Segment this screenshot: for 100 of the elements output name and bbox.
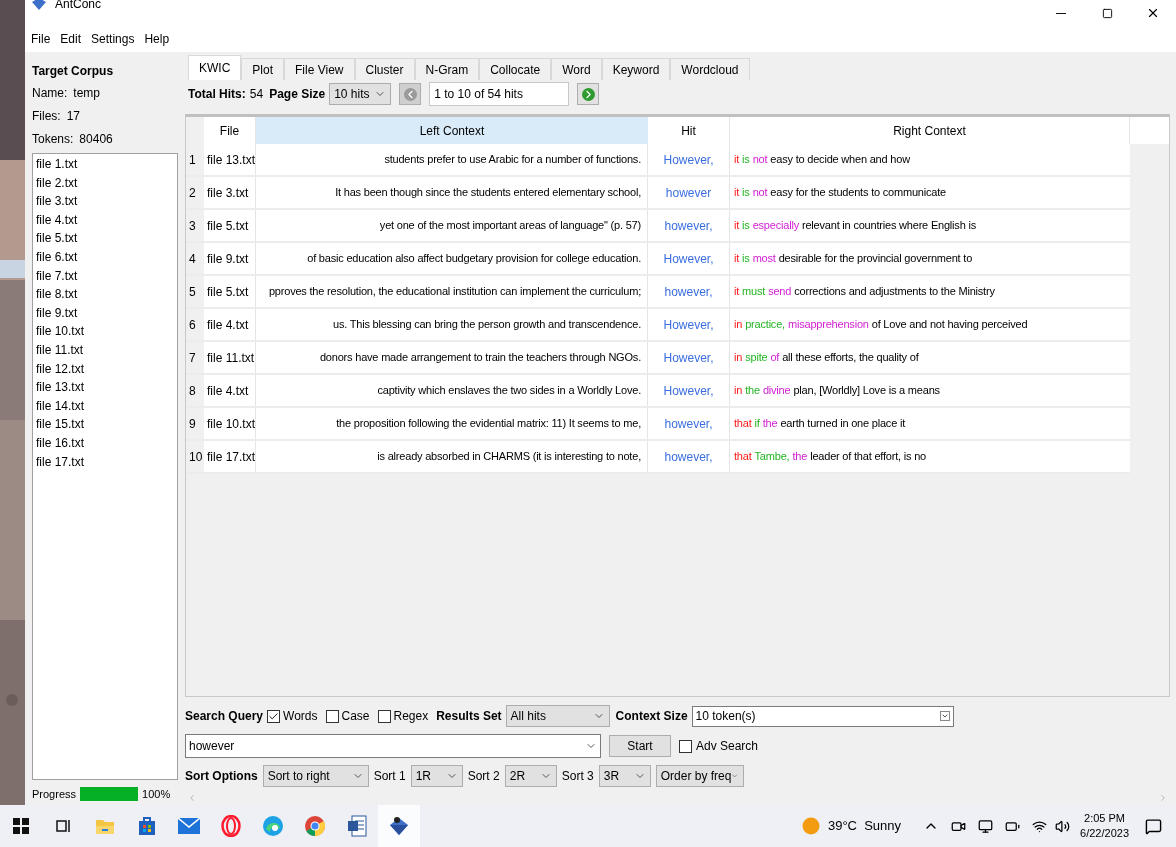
monitor-icon[interactable] (978, 818, 994, 834)
notifications-icon[interactable] (1145, 817, 1162, 835)
tab[interactable]: Wordcloud (670, 58, 750, 80)
file-list-item[interactable]: file 9.txt (36, 303, 177, 323)
taskbar-app[interactable] (378, 805, 420, 847)
file-list-item[interactable]: file 12.txt (36, 359, 177, 379)
table-cell-text: it is not easy to decide when and how (733, 152, 911, 168)
table-cell-text: in the divine plan, [Worldly] Love is a means (733, 383, 941, 399)
table-cell: captivity which enslaves the two sides in a Worldly Love. (256, 375, 648, 406)
checkbox-label: Words (283, 708, 318, 725)
next-page-button[interactable] (577, 83, 600, 105)
row-number: 1 (186, 144, 204, 175)
table-cell-text: in spite of all these efforts, the quality of (733, 350, 920, 366)
field-label: Name: (32, 85, 68, 102)
context-size-field[interactable]: 10 token(s) (691, 705, 954, 727)
row-number: 8 (186, 375, 204, 406)
hit-cell: However, (648, 375, 730, 406)
file-list-item[interactable]: file 2.txt (36, 173, 177, 193)
corpus-heading: Target Corpus (32, 63, 115, 80)
weather-text[interactable]: 39°C Sunny (827, 816, 902, 836)
tab[interactable]: Plot (241, 58, 285, 80)
windows-logo-icon (13, 818, 29, 834)
menu-item[interactable]: Edit (60, 30, 82, 48)
row-number: 9 (186, 408, 204, 439)
field-label: Tokens: (32, 131, 74, 148)
table-cell: file 3.txt (204, 177, 256, 208)
clock-time[interactable]: 2:05 PM (1084, 811, 1125, 826)
tab[interactable]: N-Gram (414, 58, 480, 80)
field-value: 80406 (79, 131, 113, 148)
checkbox-label: Regex (393, 708, 429, 725)
file-list-item[interactable]: file 8.txt (36, 285, 177, 304)
file-list-item[interactable]: file 10.txt (36, 322, 177, 341)
spinner-icon[interactable] (939, 711, 950, 721)
table-cell: file 13.txt (204, 144, 256, 175)
order-dropdown[interactable]: Order by freq (655, 765, 744, 787)
hit-cell: however, (648, 276, 730, 307)
menu-item[interactable]: File (31, 30, 51, 48)
file-list-item[interactable]: file 7.txt (36, 266, 177, 286)
table-cell: file 4.txt (204, 375, 256, 406)
table-cell-text: that Tambe, the leader of that effort, is no (733, 449, 928, 465)
sort-level-label: Sort 1 (373, 768, 406, 785)
check-icon (268, 710, 280, 722)
checkbox[interactable] (267, 709, 281, 723)
tab[interactable]: KWIC (188, 55, 242, 80)
sort-level-dropdown[interactable]: 3R (598, 765, 651, 787)
table-cell: file 4.txt (204, 309, 256, 340)
file-list-item[interactable]: file 3.txt (36, 192, 177, 211)
tab[interactable]: Collocate (479, 58, 552, 80)
tab[interactable]: Word (551, 58, 602, 80)
table-cell-text: that if the earth turned in one place it (733, 416, 907, 432)
row-number: 3 (186, 210, 204, 241)
menu-item[interactable]: Help (144, 30, 170, 48)
file-list-item[interactable]: file 11.txt (36, 340, 177, 360)
volume-icon[interactable] (1055, 818, 1071, 834)
file-list-item[interactable]: file 17.txt (36, 452, 177, 472)
hit-cell: however, (648, 408, 730, 439)
tab[interactable]: Cluster (354, 58, 415, 80)
file-list-item[interactable]: file 1.txt (36, 155, 177, 174)
file-list-item[interactable]: file 14.txt (36, 396, 177, 416)
wifi-icon[interactable] (1032, 818, 1048, 834)
page-range-field[interactable]: 1 to 10 of 54 hits (429, 82, 570, 106)
sort-level-dropdown[interactable]: 1R (410, 765, 463, 787)
file-list-item[interactable]: file 6.txt (36, 247, 177, 267)
tab[interactable]: Keyword (601, 58, 671, 80)
sort-mode-dropdown[interactable]: Sort to right (262, 765, 369, 787)
file-list-item[interactable]: file 4.txt (36, 210, 177, 230)
checkbox[interactable] (679, 739, 692, 753)
table-cell: file 10.txt (204, 408, 256, 439)
search-query-field[interactable]: however (185, 734, 601, 758)
start-button[interactable]: Start (609, 735, 671, 757)
sort-level-dropdown[interactable]: 2R (504, 765, 557, 787)
page-size-label: Page Size (269, 86, 326, 103)
table-cell: file 17.txt (204, 441, 256, 472)
hit-cell: However, (648, 243, 730, 274)
table-cell: students prefer to use Arabic for a number of functions. (256, 144, 648, 175)
file-list-item[interactable]: file 13.txt (36, 378, 177, 397)
file-list-item[interactable]: file 16.txt (36, 433, 177, 453)
checkbox[interactable] (377, 709, 391, 723)
swirl-icon (262, 815, 284, 837)
search-query-label: Search Query (185, 708, 264, 725)
sort-options-label: Sort Options (185, 768, 258, 785)
arrow-left-icon (403, 87, 417, 101)
total-hits-value: 54 (249, 86, 264, 103)
table-cell: file 9.txt (204, 243, 256, 274)
column-header[interactable]: Left Context (256, 117, 648, 144)
sort-level-label: Sort 2 (467, 768, 500, 785)
field-value: temp (73, 85, 101, 102)
progress-label: Progress (32, 786, 77, 802)
shopping-bag-icon (138, 816, 156, 836)
file-list-item[interactable]: file 15.txt (36, 415, 177, 434)
results-set-dropdown[interactable]: All hits (505, 705, 610, 727)
hit-cell: however, (648, 441, 730, 472)
clock-date[interactable]: 6/22/2023 (1080, 826, 1129, 841)
checkbox[interactable] (325, 709, 339, 723)
table-cell-text: it is especially relevant in countries where English is (733, 218, 977, 234)
menu-item[interactable]: Settings (91, 30, 135, 48)
sort-level-label: Sort 3 (561, 768, 594, 785)
tab[interactable]: File View (284, 58, 355, 80)
page-size-dropdown[interactable]: 10 hits (329, 83, 392, 105)
file-list-item[interactable]: file 5.txt (36, 229, 177, 248)
